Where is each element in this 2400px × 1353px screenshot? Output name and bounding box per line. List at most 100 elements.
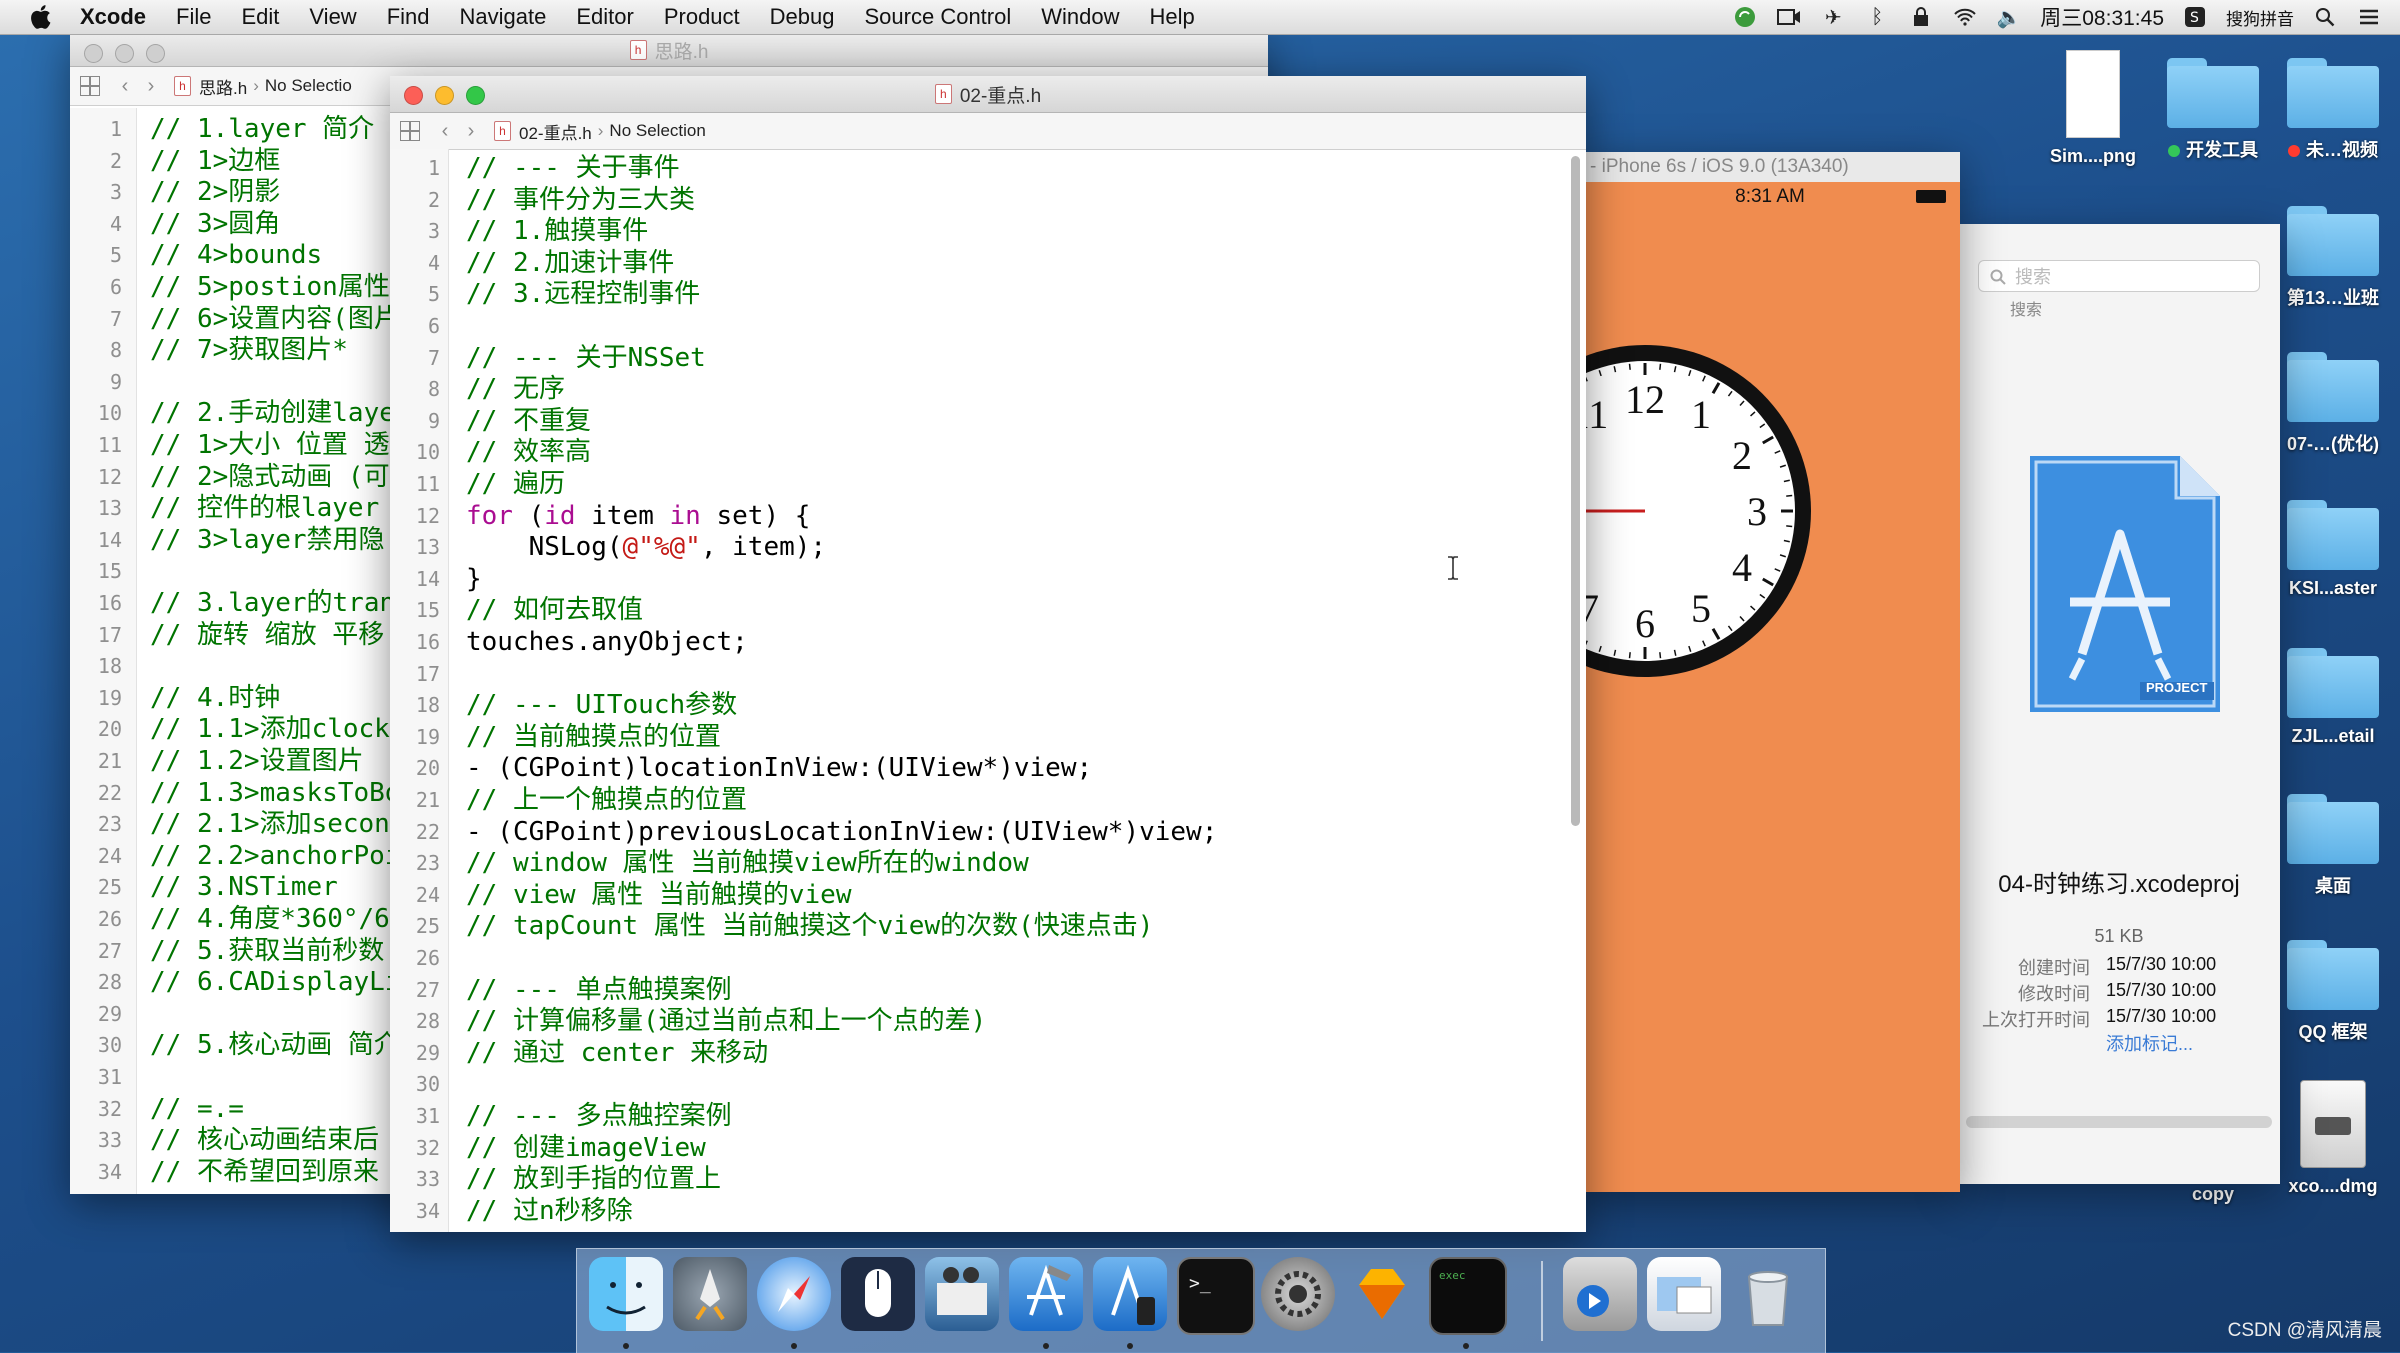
line-number: 28 <box>97 970 122 995</box>
desktop-icon-desktop[interactable]: 桌面 <box>2268 794 2398 898</box>
minimize-button[interactable] <box>435 86 454 105</box>
quicktime-icon[interactable] <box>1563 1257 1637 1331</box>
running-indicator <box>1463 1343 1469 1349</box>
folder-icon <box>2287 500 2379 570</box>
code-line: 32 // 创建imageView <box>390 1133 1586 1165</box>
airplane-icon[interactable]: ✈ <box>1820 5 1846 29</box>
desktop-icon-dev-tools[interactable]: 开发工具 <box>2148 58 2278 162</box>
safari-icon[interactable] <box>757 1257 831 1331</box>
breadcrumb-selection[interactable]: No Selectio <box>265 76 352 96</box>
desktop-icon-copy[interactable]: copy <box>2148 1184 2278 1205</box>
volume-icon[interactable]: 🔈 <box>1996 5 2022 29</box>
zoom-button[interactable] <box>146 44 165 63</box>
code-token: @"%@" <box>622 532 701 563</box>
menu-app-xcode[interactable]: Xcode <box>80 4 146 30</box>
close-button[interactable] <box>84 44 103 63</box>
apple-icon[interactable] <box>28 3 56 31</box>
instruments-icon[interactable] <box>1093 1257 1167 1331</box>
horizontal-scrollbar[interactable] <box>1966 1116 2272 1128</box>
code-text: // 1>边框 <box>150 145 281 176</box>
desktop-icon-qq-framework[interactable]: QQ 框架 <box>2268 940 2398 1044</box>
bluetooth-icon[interactable]: ᛒ <box>1864 5 1890 29</box>
clock-number: 12 <box>1625 377 1665 422</box>
code-line: 10 // 效率高 <box>390 437 1586 469</box>
code-text: // 2.手动创建layer <box>150 398 411 429</box>
line-number: 9 <box>427 408 440 433</box>
forward-arrow-icon[interactable]: › <box>458 120 484 143</box>
zoom-button[interactable] <box>466 86 485 105</box>
sketch-icon[interactable] <box>1345 1257 1419 1331</box>
menu-product[interactable]: Product <box>664 4 740 30</box>
code-token: set) { <box>700 500 811 531</box>
exec-terminal-icon[interactable]: exec <box>1429 1257 1507 1335</box>
breadcrumb-file[interactable]: 02-重点.h <box>519 119 592 144</box>
line-number: 14 <box>97 527 122 552</box>
menu-source-control[interactable]: Source Control <box>865 4 1012 30</box>
trash-icon[interactable] <box>1731 1257 1805 1331</box>
code-text: // --- 多点触控案例 <box>466 1101 732 1131</box>
menu-navigate[interactable]: Navigate <box>460 4 547 30</box>
screen-record-icon[interactable] <box>1776 5 1802 29</box>
preview-icon[interactable] <box>1647 1257 1721 1331</box>
code-text: // 2.1>添加second <box>150 809 406 840</box>
window-titlebar[interactable]: h 思路.h <box>70 34 1268 67</box>
breadcrumb-selection[interactable]: No Selection <box>609 121 705 141</box>
menu-help[interactable]: Help <box>1150 4 1195 30</box>
spotlight-icon[interactable] <box>2312 5 2338 29</box>
menu-editor[interactable]: Editor <box>576 4 633 30</box>
folder-icon <box>2287 940 2379 1010</box>
menu-debug[interactable]: Debug <box>770 4 835 30</box>
system-preferences-icon[interactable] <box>1261 1257 1335 1331</box>
desktop-icon-ksi-master[interactable]: KSI...aster <box>2268 500 2398 599</box>
ios-time: 8:31 AM <box>1735 186 1805 207</box>
input-method-icon[interactable]: S <box>2182 5 2208 29</box>
back-arrow-icon[interactable]: ‹ <box>112 75 138 98</box>
terminal-icon[interactable]: >_ <box>1177 1257 1255 1335</box>
menu-view[interactable]: View <box>309 4 356 30</box>
ibeam-cursor-icon <box>1448 556 1458 580</box>
menu-find[interactable]: Find <box>387 4 430 30</box>
line-number: 19 <box>415 724 440 749</box>
close-button[interactable] <box>404 86 423 105</box>
photo-slideshow-icon[interactable] <box>925 1257 999 1331</box>
desktop-icon-video[interactable]: 未…视频 <box>2268 58 2398 162</box>
line-number: 11 <box>97 433 122 457</box>
code-editor[interactable]: 1 // --- 关于事件 2 // 事件分为三大类 3 // 1.触摸事件 4 // 2.加… <box>390 149 1586 1232</box>
minimize-button[interactable] <box>115 44 134 63</box>
desktop-icon-xcode-dmg[interactable]: xco....dmg <box>2268 1080 2398 1197</box>
launchpad-icon[interactable] <box>673 1257 747 1331</box>
wifi-icon[interactable] <box>1952 5 1978 29</box>
code-text: NSLog(@"%@", item); <box>466 532 826 564</box>
code-line: 7 // --- 关于NSSet <box>390 343 1586 375</box>
notification-center-icon[interactable] <box>2356 5 2382 29</box>
menu-edit[interactable]: Edit <box>241 4 279 30</box>
breadcrumb-separator: › <box>597 121 604 140</box>
input-method-label[interactable]: 搜狗拼音 <box>2226 5 2294 30</box>
finder-search-field[interactable]: 搜索 <box>1978 260 2260 292</box>
desktop-icon-zjl-detail[interactable]: ZJL...etail <box>2268 648 2398 747</box>
mouse-icon[interactable] <box>841 1257 915 1331</box>
line-number: 32 <box>97 1096 122 1121</box>
back-arrow-icon[interactable]: ‹ <box>432 120 458 143</box>
menu-window[interactable]: Window <box>1041 4 1119 30</box>
related-items-icon[interactable] <box>400 121 420 141</box>
code-text: - (CGPoint)previousLocationInView:(UIVie… <box>466 816 1218 847</box>
vertical-scrollbar[interactable] <box>1571 156 1580 826</box>
line-number: 13 <box>97 496 122 521</box>
line-number: 26 <box>415 946 440 970</box>
breadcrumb-file[interactable]: 思路.h <box>199 74 247 99</box>
desktop-icon-sim-png[interactable]: Sim....png <box>2028 50 2158 167</box>
lock-icon[interactable] <box>1908 5 1934 29</box>
xcode-icon[interactable] <box>1009 1257 1083 1331</box>
related-items-icon[interactable] <box>80 76 100 96</box>
sync-icon[interactable] <box>1732 5 1758 29</box>
desktop-icon-class13[interactable]: 第13…业班 <box>2268 206 2398 310</box>
menu-file[interactable]: File <box>176 4 211 30</box>
forward-arrow-icon[interactable]: › <box>138 75 164 98</box>
add-tag-link[interactable]: 添加标记... <box>2106 1030 2193 1056</box>
finder-icon[interactable] <box>589 1257 663 1331</box>
window-titlebar[interactable]: h 02-重点.h <box>390 76 1586 113</box>
menu-clock[interactable]: 周三08:31:45 <box>2040 2 2164 32</box>
desktop-icon-07-optimized[interactable]: 07-…(优化) <box>2268 352 2398 456</box>
svg-text:>_: >_ <box>1189 1273 1211 1294</box>
